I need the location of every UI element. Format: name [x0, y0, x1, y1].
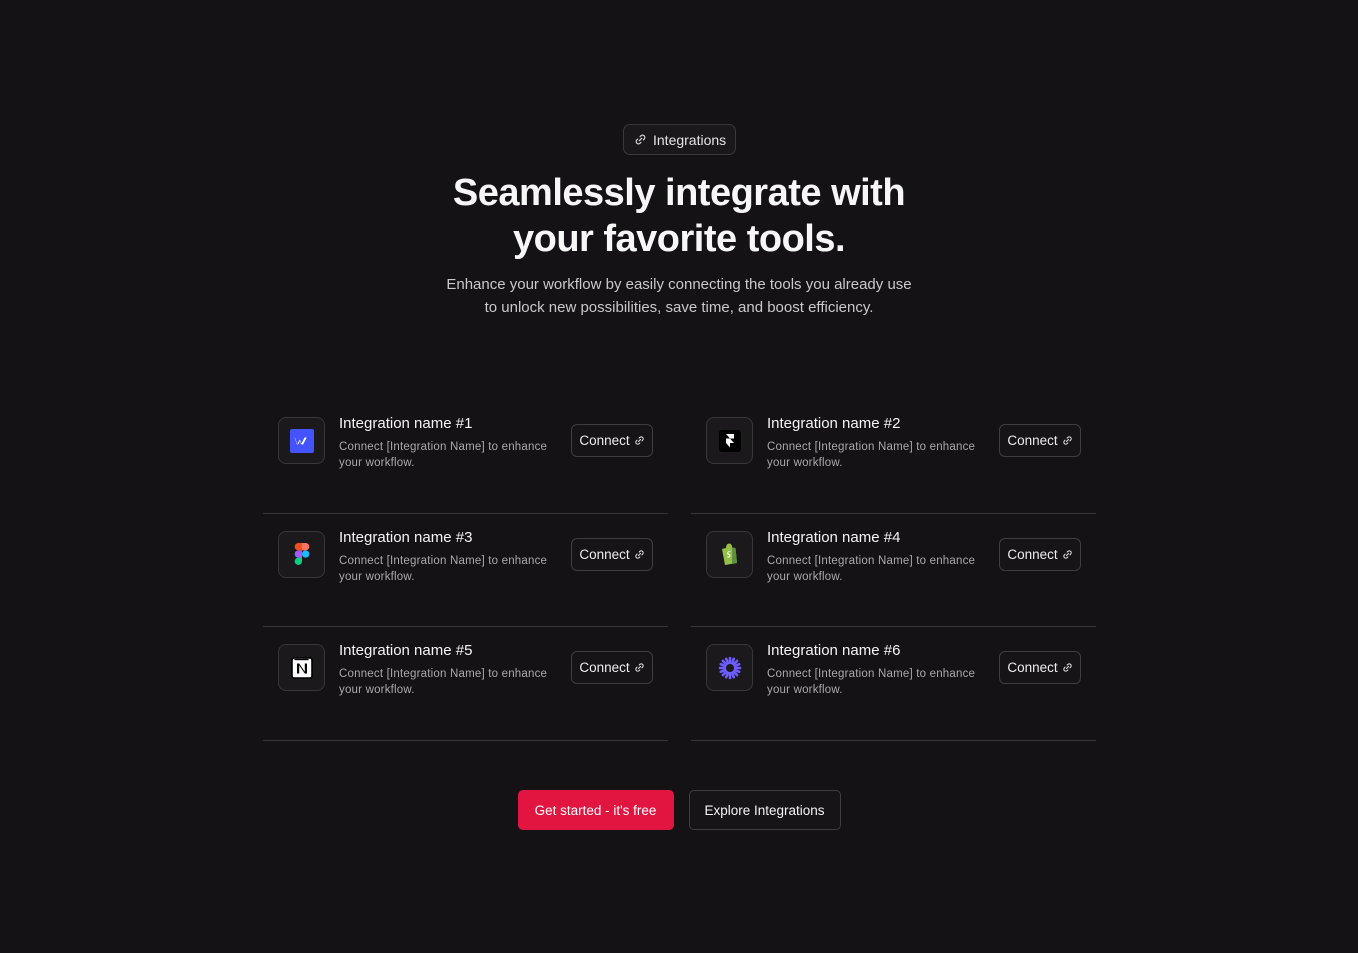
- integrations-page: Integrations Seamlessly integrate with y…: [0, 0, 1358, 953]
- connect-label: Connect: [579, 660, 630, 675]
- badge-label: Integrations: [653, 131, 727, 148]
- link-icon: [1063, 549, 1072, 559]
- integration-description: Connect [Integration Name] to enhance yo…: [339, 441, 548, 469]
- integration-icon-frame: [706, 530, 753, 578]
- integrations-badge: Integrations: [623, 124, 737, 155]
- link-icon: [635, 134, 646, 145]
- framer-icon: [718, 429, 741, 452]
- integration-card: Integration name #6 Connect [Integration…: [691, 627, 1096, 741]
- connect-button[interactable]: Connect: [571, 537, 653, 571]
- zapier-burst-icon: [718, 656, 741, 679]
- integration-card: Integration name #3 Connect [Integration…: [263, 514, 668, 627]
- shopify-icon: [721, 543, 737, 565]
- page-subtitle: Enhance your workflow by easily connecti…: [0, 273, 1358, 319]
- connect-label: Connect: [1007, 660, 1058, 675]
- title-line-2: your favorite tools.: [512, 218, 846, 260]
- integration-card: Integration name #4 Connect [Integration…: [691, 514, 1096, 627]
- link-icon: [1063, 663, 1072, 672]
- title-line-1: Seamlessly integrate with: [452, 172, 906, 214]
- integrations-grid: Integration name #1 Connect [Integration…: [263, 400, 1096, 741]
- subtitle-line-2: to unlock new possibilities, save time, …: [484, 299, 874, 316]
- explore-integrations-button[interactable]: Explore Integrations: [688, 790, 841, 830]
- integration-icon-frame: [278, 530, 325, 578]
- connect-label: Connect: [1007, 433, 1058, 448]
- connect-label: Connect: [1007, 546, 1058, 562]
- webflow-icon: [289, 428, 314, 453]
- integration-description: Connect [Integration Name] to enhance yo…: [339, 668, 548, 696]
- integration-description: Connect [Integration Name] to enhance yo…: [339, 554, 548, 583]
- integration-name: Integration name #4: [767, 528, 901, 546]
- integration-icon-frame: [278, 417, 325, 464]
- integration-icon-frame: [706, 644, 753, 691]
- integration-card: Integration name #5 Connect [Integration…: [263, 627, 668, 741]
- connect-label: Connect: [579, 546, 630, 562]
- integration-description: Connect [Integration Name] to enhance yo…: [767, 668, 976, 696]
- connect-button[interactable]: Connect: [999, 537, 1081, 571]
- integration-description: Connect [Integration Name] to enhance yo…: [767, 554, 976, 583]
- subtitle-line-1: Enhance your workflow by easily connecti…: [446, 276, 912, 293]
- link-icon: [635, 549, 644, 559]
- integration-name: Integration name #6: [767, 642, 901, 659]
- connect-button[interactable]: Connect: [571, 651, 653, 684]
- page-title: Seamlessly integrate with your favorite …: [0, 170, 1358, 262]
- connect-button[interactable]: Connect: [571, 424, 653, 457]
- connect-button[interactable]: Connect: [999, 651, 1081, 684]
- integration-description: Connect [Integration Name] to enhance yo…: [767, 441, 976, 469]
- link-icon: [1063, 436, 1072, 445]
- connect-button[interactable]: Connect: [999, 424, 1081, 457]
- connect-label: Connect: [579, 433, 630, 448]
- integration-icon-frame: [278, 644, 325, 691]
- cta-row: Get started - it's free Explore Integrat…: [0, 790, 1358, 830]
- get-started-button[interactable]: Get started - it's free: [517, 790, 674, 830]
- integration-name: Integration name #5: [339, 642, 473, 659]
- integration-card: Integration name #1 Connect [Integration…: [263, 400, 668, 514]
- integration-name: Integration name #1: [339, 415, 473, 432]
- link-icon: [635, 436, 644, 445]
- integration-name: Integration name #3: [339, 528, 473, 546]
- integration-icon-frame: [706, 417, 753, 464]
- link-icon: [635, 663, 644, 672]
- figma-icon: [294, 543, 309, 565]
- integration-card: Integration name #2 Connect [Integration…: [691, 400, 1096, 514]
- integration-name: Integration name #2: [767, 415, 901, 432]
- notion-icon: [290, 656, 313, 679]
